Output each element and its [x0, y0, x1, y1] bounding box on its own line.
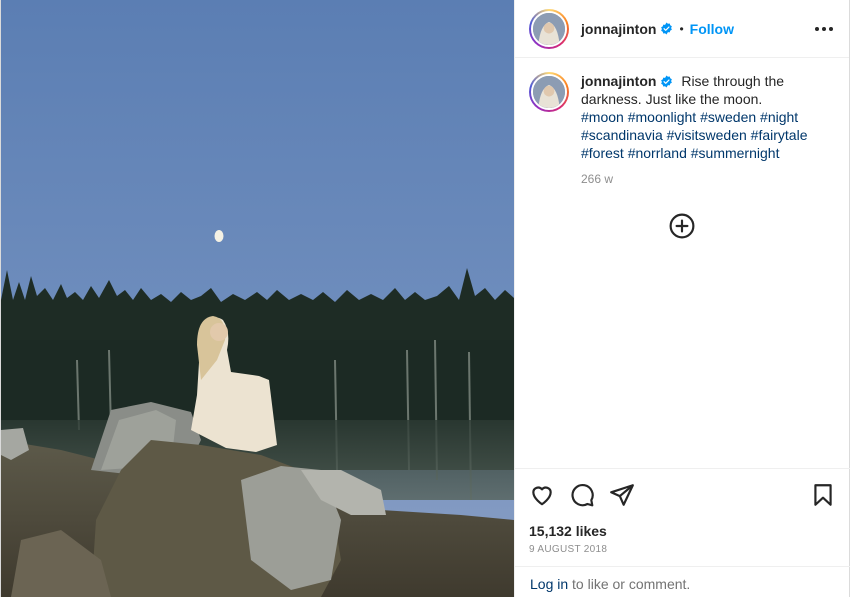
follow-button[interactable]: Follow — [690, 21, 734, 37]
post-side-panel: jonnajinton • Follow jonnajinton Rise th… — [514, 0, 850, 597]
hashtag[interactable]: #forest — [581, 145, 624, 161]
post-photo[interactable] — [1, 0, 514, 597]
heart-icon[interactable] — [529, 482, 555, 508]
moonlit-forest-image — [1, 0, 514, 597]
caption-avatar[interactable] — [529, 72, 569, 112]
comment-icon[interactable] — [569, 482, 595, 508]
caption-username[interactable]: jonnajinton — [581, 73, 656, 89]
like-count[interactable]: 15,132 likes — [529, 523, 836, 539]
hashtag[interactable]: #scandinavia — [581, 127, 663, 143]
login-link[interactable]: Log in — [530, 576, 568, 592]
separator-dot: • — [679, 21, 684, 36]
action-bar: 15,132 likes 9 AUGUST 2018 — [515, 468, 850, 555]
hashtag[interactable]: #summernight — [691, 145, 780, 161]
add-comment-icon[interactable] — [669, 213, 695, 239]
hashtag[interactable]: #moon — [581, 109, 624, 125]
instagram-post: jonnajinton • Follow jonnajinton Rise th… — [0, 0, 854, 597]
more-options-icon[interactable] — [813, 21, 835, 37]
hashtag[interactable]: #moonlight — [628, 109, 697, 125]
username-link[interactable]: jonnajinton — [581, 21, 656, 37]
post-header: jonnajinton • Follow — [515, 0, 849, 58]
post-date: 9 AUGUST 2018 — [529, 544, 608, 555]
login-prompt-text: to like or comment. — [568, 576, 691, 592]
verified-badge-icon — [661, 22, 673, 35]
caption-text-block: jonnajinton Rise through the darkness. J… — [581, 72, 821, 188]
login-prompt: Log in to like or comment. — [515, 566, 850, 597]
avatar-photo — [533, 12, 565, 45]
hashtag[interactable]: #norrland — [628, 145, 687, 161]
verified-badge-icon — [661, 75, 673, 88]
hashtag[interactable]: #fairytale — [751, 127, 808, 143]
hashtag[interactable]: #visitsweden — [667, 127, 747, 143]
avatar-photo — [533, 76, 565, 108]
hashtag[interactable]: #sweden — [700, 109, 756, 125]
bookmark-icon[interactable] — [810, 482, 836, 508]
caption-block: jonnajinton Rise through the darkness. J… — [515, 58, 849, 188]
share-icon[interactable] — [609, 482, 635, 508]
profile-avatar[interactable] — [529, 8, 569, 49]
post-age[interactable]: 266 w — [581, 170, 821, 188]
hashtag[interactable]: #night — [760, 109, 798, 125]
